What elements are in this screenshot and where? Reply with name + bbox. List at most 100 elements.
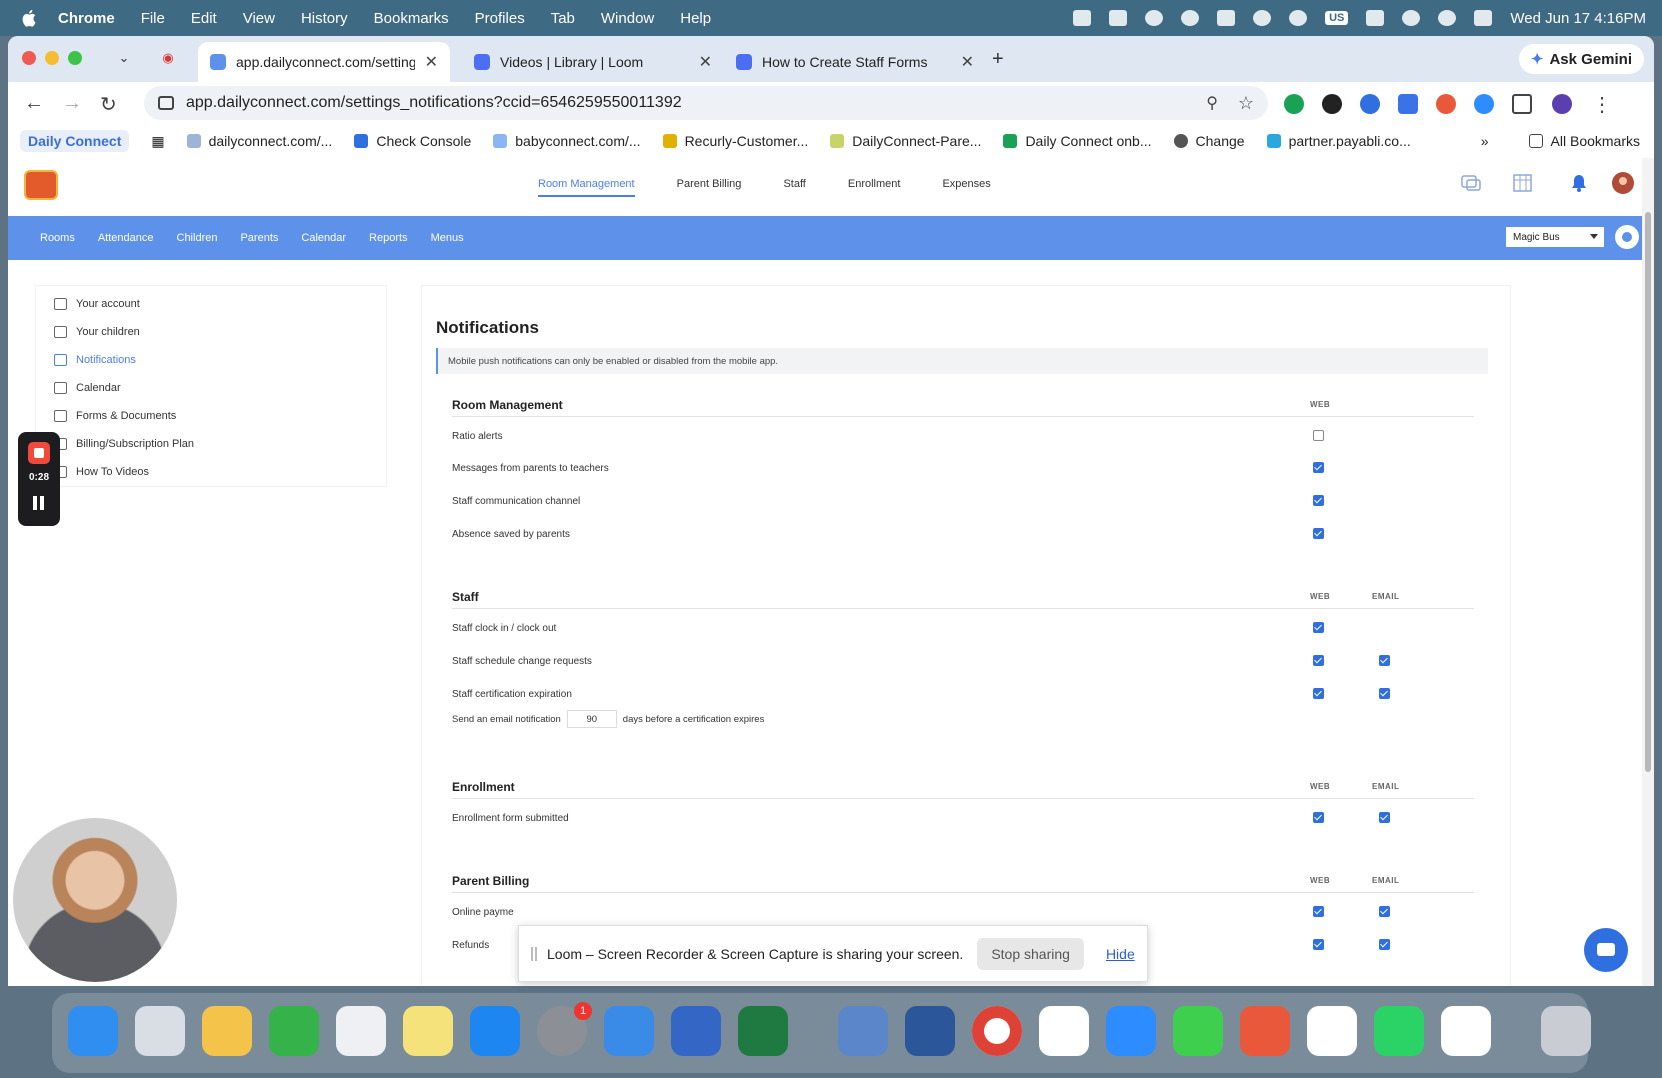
subnav-rooms[interactable]: Rooms — [40, 232, 75, 244]
stop-sharing-button[interactable]: Stop sharing — [977, 937, 1084, 970]
refunds-email-checkbox[interactable] — [1379, 939, 1390, 950]
subnav-attendance[interactable]: Attendance — [98, 232, 154, 244]
claude-extension-icon[interactable] — [1436, 94, 1456, 114]
bookmark-change[interactable]: Change — [1173, 133, 1245, 149]
ipad-app-dock-icon[interactable] — [671, 1006, 721, 1056]
chat-support-icon[interactable] — [1584, 928, 1628, 972]
profile-avatar-icon[interactable] — [1552, 94, 1572, 114]
asana-dock-icon[interactable] — [1307, 1006, 1357, 1056]
sidebar-item-how-to-videos[interactable]: How To Videos — [54, 466, 149, 478]
close-window-button[interactable] — [22, 51, 36, 65]
bookmark-star-icon[interactable]: ☆ — [1238, 93, 1254, 114]
user-avatar[interactable] — [1612, 172, 1634, 194]
apps-grid-icon[interactable]: ▦ — [151, 133, 164, 150]
pause-recording-icon[interactable] — [32, 496, 46, 510]
menu-window[interactable]: Window — [601, 10, 654, 27]
staff-schedule-email-checkbox[interactable] — [1379, 655, 1390, 666]
tab-loom-library[interactable]: Videos | Library | Loom ✕ — [462, 42, 724, 82]
tab-staff-forms[interactable]: How to Create Staff Forms ✕ — [724, 42, 986, 82]
zoom-dock-icon[interactable] — [1106, 1006, 1156, 1056]
subnav-parents[interactable]: Parents — [240, 232, 278, 244]
gear-icon[interactable] — [1615, 225, 1639, 249]
app-store-dock-icon[interactable] — [470, 1006, 520, 1056]
whatsapp-dock-icon[interactable] — [1374, 1006, 1424, 1056]
topnav-room-management[interactable]: Room Management — [538, 178, 635, 197]
close-tab-icon[interactable]: ✕ — [961, 52, 974, 72]
bookmark-babyconnect[interactable]: babyconnect.com/... — [493, 133, 641, 149]
input-source-badge[interactable]: US — [1325, 11, 1349, 25]
dropbox-icon[interactable] — [1217, 10, 1236, 26]
minimize-window-button[interactable] — [45, 51, 59, 65]
subnav-reports[interactable]: Reports — [369, 232, 408, 244]
refunds-web-checkbox[interactable] — [1313, 939, 1324, 950]
numbers-dock-icon[interactable] — [269, 1006, 319, 1056]
sidebar-item-your-children[interactable]: Your children — [54, 326, 140, 338]
apple-icon[interactable] — [22, 9, 38, 27]
address-bar-url[interactable]: app.dailyconnect.com/settings_notificati… — [186, 94, 682, 112]
menu-help[interactable]: Help — [680, 10, 711, 27]
menu-view[interactable]: View — [243, 10, 275, 27]
staff-certification-web-checkbox[interactable] — [1313, 688, 1324, 699]
tab-dailyconnect[interactable]: app.dailyconnect.com/setting ✕ — [198, 42, 450, 82]
s-extension-icon[interactable] — [1322, 94, 1342, 114]
menu-edit[interactable]: Edit — [191, 10, 217, 27]
reload-icon[interactable]: ↻ — [100, 92, 117, 117]
bell-icon[interactable] — [1568, 172, 1590, 194]
staff-communication-web-checkbox[interactable] — [1313, 495, 1324, 506]
menu-bookmarks[interactable]: Bookmarks — [374, 10, 449, 27]
all-bookmarks-button[interactable]: All Bookmarks — [1528, 133, 1640, 149]
bookmark-dailyconnect-com[interactable]: dailyconnect.com/... — [186, 133, 332, 149]
absence-saved-web-checkbox[interactable] — [1313, 528, 1324, 539]
battery-icon[interactable] — [1366, 10, 1385, 26]
zoom-icon[interactable]: ⚲ — [1206, 93, 1218, 113]
notes-dock-icon[interactable] — [403, 1006, 453, 1056]
preview-dock-icon[interactable] — [604, 1006, 654, 1056]
tab-search-chevron-icon[interactable]: ⌄ — [112, 46, 136, 70]
menu-profiles[interactable]: Profiles — [475, 10, 525, 27]
account-icon[interactable] — [1289, 10, 1308, 26]
spotlight-icon[interactable] — [1438, 10, 1457, 26]
reminders-dock-icon[interactable] — [336, 1006, 386, 1056]
back-arrow-icon[interactable]: ← — [24, 92, 44, 115]
zoom-extension-icon[interactable] — [1474, 94, 1494, 114]
page-scrollbar[interactable] — [1642, 158, 1654, 986]
messages-parents-teachers-web-checkbox[interactable] — [1313, 462, 1324, 473]
launchpad-dock-icon[interactable] — [135, 1006, 185, 1056]
staff-clock-web-checkbox[interactable] — [1313, 622, 1324, 633]
certification-days-input[interactable]: 90 — [566, 710, 617, 728]
sidebar-item-forms-documents[interactable]: Forms & Documents — [54, 410, 176, 422]
photos-dock-icon[interactable] — [202, 1006, 252, 1056]
screenshot-dock-icon[interactable] — [838, 1006, 888, 1056]
site-info-icon[interactable] — [158, 96, 174, 110]
staff-certification-email-checkbox[interactable] — [1379, 688, 1390, 699]
messages-dock-icon[interactable] — [1173, 1006, 1223, 1056]
close-tab-icon[interactable]: ✕ — [699, 52, 712, 72]
menu-history[interactable]: History — [301, 10, 348, 27]
bookmark-check-console[interactable]: Check Console — [354, 133, 471, 149]
close-tab-icon[interactable]: ✕ — [425, 52, 438, 72]
chrome-menu-icon[interactable]: ⋮ — [1592, 92, 1612, 117]
bookmark-daily-connect[interactable]: Daily Connect — [20, 130, 130, 152]
figure-icon[interactable] — [1145, 10, 1164, 26]
ask-gemini-button[interactable]: ✦ Ask Gemini — [1518, 44, 1644, 74]
chatgpt-dock-icon[interactable] — [1441, 1006, 1491, 1056]
menu-file[interactable]: File — [141, 10, 165, 27]
school-select[interactable]: Magic Bus — [1506, 227, 1604, 247]
messages-icon[interactable] — [1460, 172, 1482, 194]
menu-app-name[interactable]: Chrome — [58, 10, 115, 27]
bookmark-recurly[interactable]: Recurly-Customer... — [662, 133, 808, 149]
excel-dock-icon[interactable] — [738, 1006, 788, 1056]
topnav-parent-billing[interactable]: Parent Billing — [677, 178, 742, 197]
sidebar-item-your-account[interactable]: Your account — [54, 298, 140, 310]
sidebar-item-billing[interactable]: Billing/Subscription Plan — [54, 438, 194, 450]
online-payments-web-checkbox[interactable] — [1313, 906, 1324, 917]
forward-arrow-icon[interactable]: → — [62, 92, 82, 115]
openai-icon[interactable] — [1181, 10, 1200, 26]
enrollment-form-web-checkbox[interactable] — [1313, 812, 1324, 823]
word-dock-icon[interactable] — [905, 1006, 955, 1056]
bookmark-daily-connect-onboarding[interactable]: Daily Connect onb... — [1003, 133, 1152, 149]
stop-recording-button[interactable] — [28, 442, 50, 464]
subnav-menus[interactable]: Menus — [431, 232, 464, 244]
address-bar[interactable]: app.dailyconnect.com/settings_notificati… — [144, 86, 1268, 120]
zoom-window-button[interactable] — [68, 51, 82, 65]
